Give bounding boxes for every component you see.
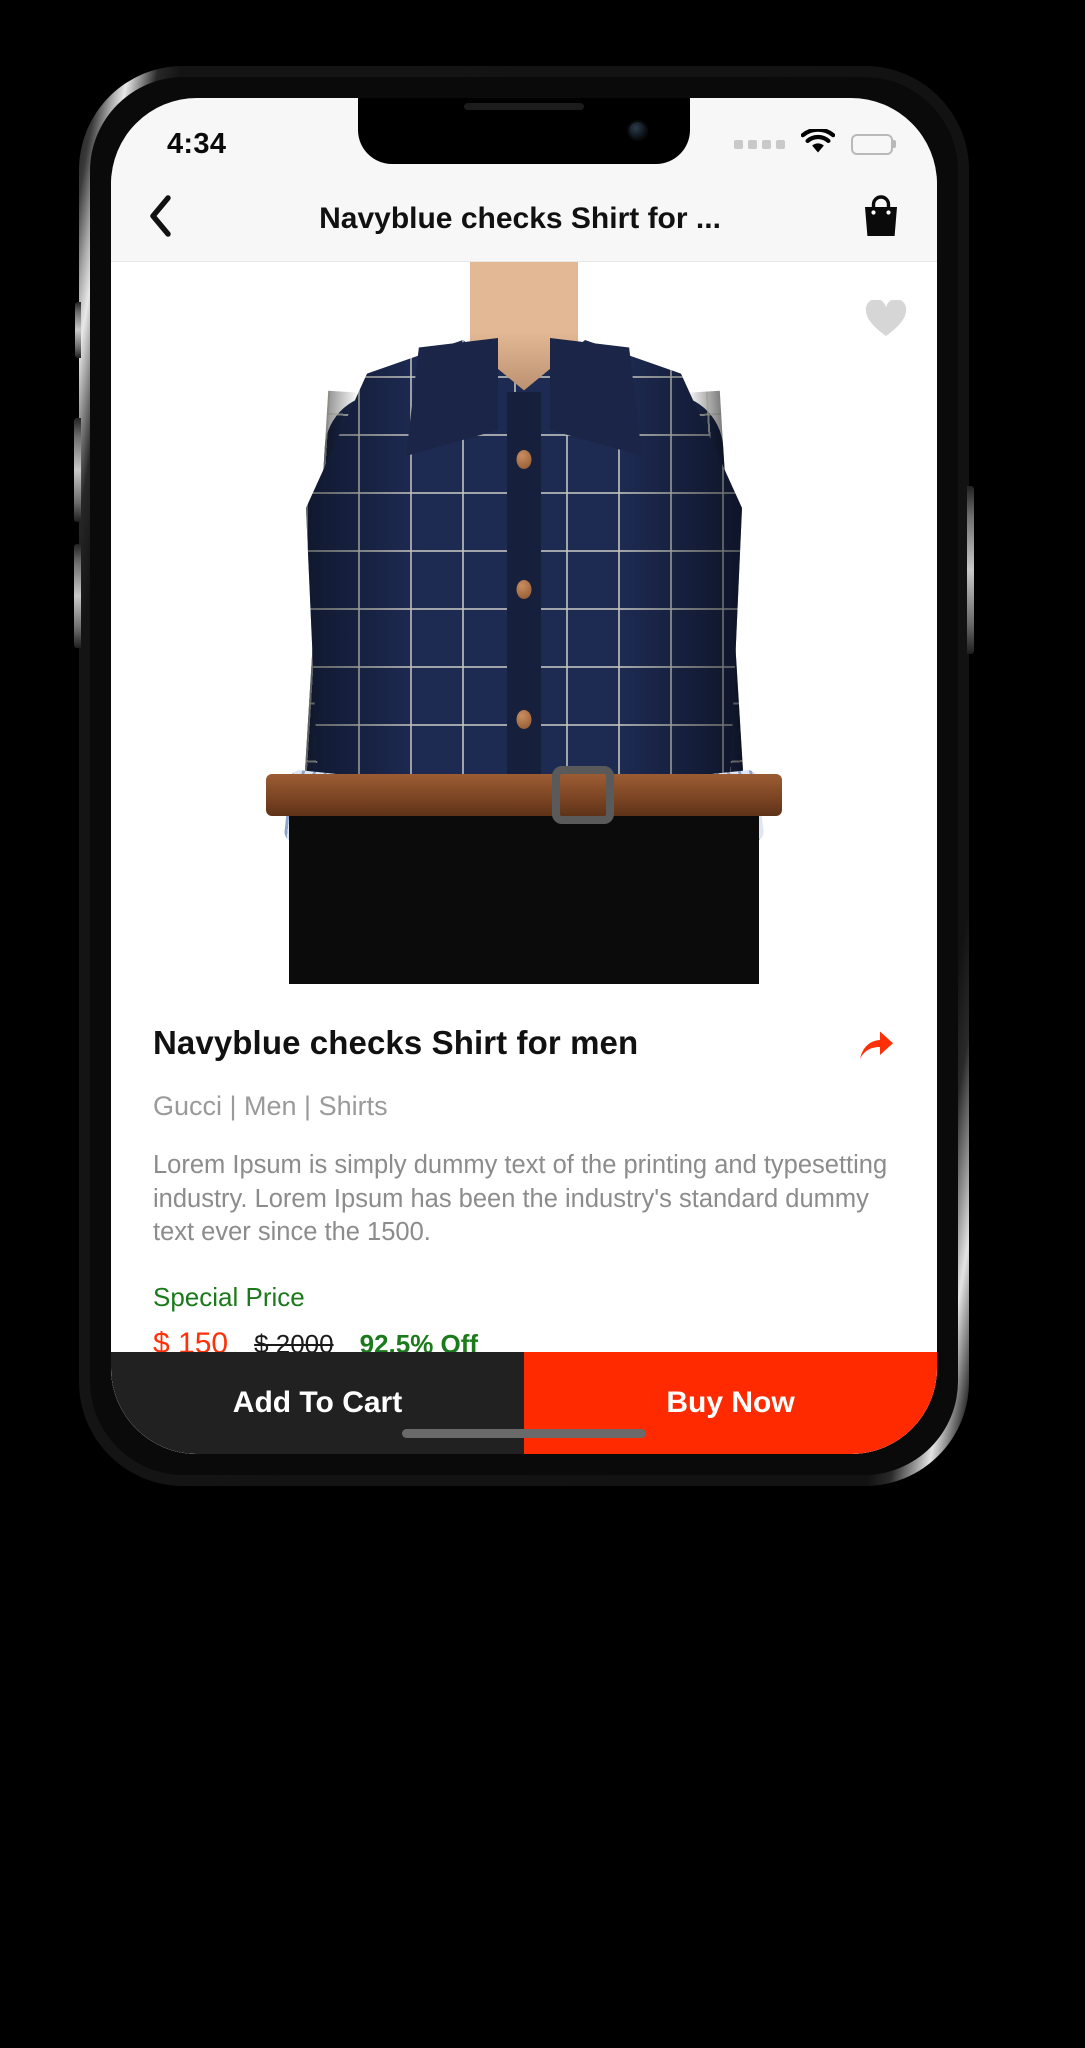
cart-button[interactable] — [849, 194, 901, 243]
back-button[interactable] — [147, 195, 199, 242]
wishlist-button[interactable] — [865, 298, 907, 343]
product-photo — [111, 262, 937, 984]
front-camera-icon — [629, 122, 646, 139]
share-button[interactable] — [857, 1024, 895, 1067]
special-price-label: Special Price — [153, 1281, 305, 1312]
add-to-cart-button[interactable]: Add To Cart — [111, 1352, 524, 1454]
volume-up-button[interactable] — [74, 418, 81, 522]
buy-now-button[interactable]: Buy Now — [524, 1352, 937, 1454]
product-title: Navyblue checks Shirt for men — [153, 1024, 639, 1061]
share-arrow-icon — [857, 1031, 895, 1066]
product-scroll-content[interactable]: Navyblue checks Shirt for men Gucci | Me… — [111, 262, 937, 1454]
battery-full-icon — [851, 133, 896, 155]
silent-switch-button[interactable] — [75, 302, 81, 358]
heart-icon — [865, 298, 907, 342]
home-indicator[interactable] — [402, 1429, 646, 1438]
status-bar-indicators — [734, 127, 896, 159]
phone-screen: 4:34 Navyblue checks Shirt for ... Navyb… — [111, 98, 937, 1454]
breadcrumb: Gucci | Men | Shirts — [153, 1091, 388, 1121]
chevron-left-icon — [147, 195, 173, 242]
volume-down-button[interactable] — [74, 544, 81, 648]
shopping-bag-icon — [861, 194, 901, 243]
bottom-action-bar: Add To Cart Buy Now — [111, 1352, 937, 1454]
page-title: Navyblue checks Shirt for ... — [319, 201, 721, 235]
status-bar-time: 4:34 — [167, 127, 227, 160]
model-belt-buckle — [552, 766, 614, 824]
wifi-icon — [800, 127, 836, 159]
product-title-row: Navyblue checks Shirt for men — [153, 1024, 895, 1067]
model-belt — [266, 774, 782, 816]
earpiece-speaker — [464, 103, 584, 110]
phone-frame: 4:34 Navyblue checks Shirt for ... Navyb… — [74, 66, 974, 1486]
signal-dots-icon — [734, 139, 785, 149]
phone-bezel: 4:34 Navyblue checks Shirt for ... Navyb… — [90, 77, 958, 1475]
product-image[interactable] — [111, 262, 937, 984]
power-button[interactable] — [967, 486, 974, 654]
notch — [358, 98, 690, 164]
product-description: Lorem Ipsum is simply dummy text of the … — [153, 1151, 888, 1247]
app-header: Navyblue checks Shirt for ... — [111, 176, 937, 262]
